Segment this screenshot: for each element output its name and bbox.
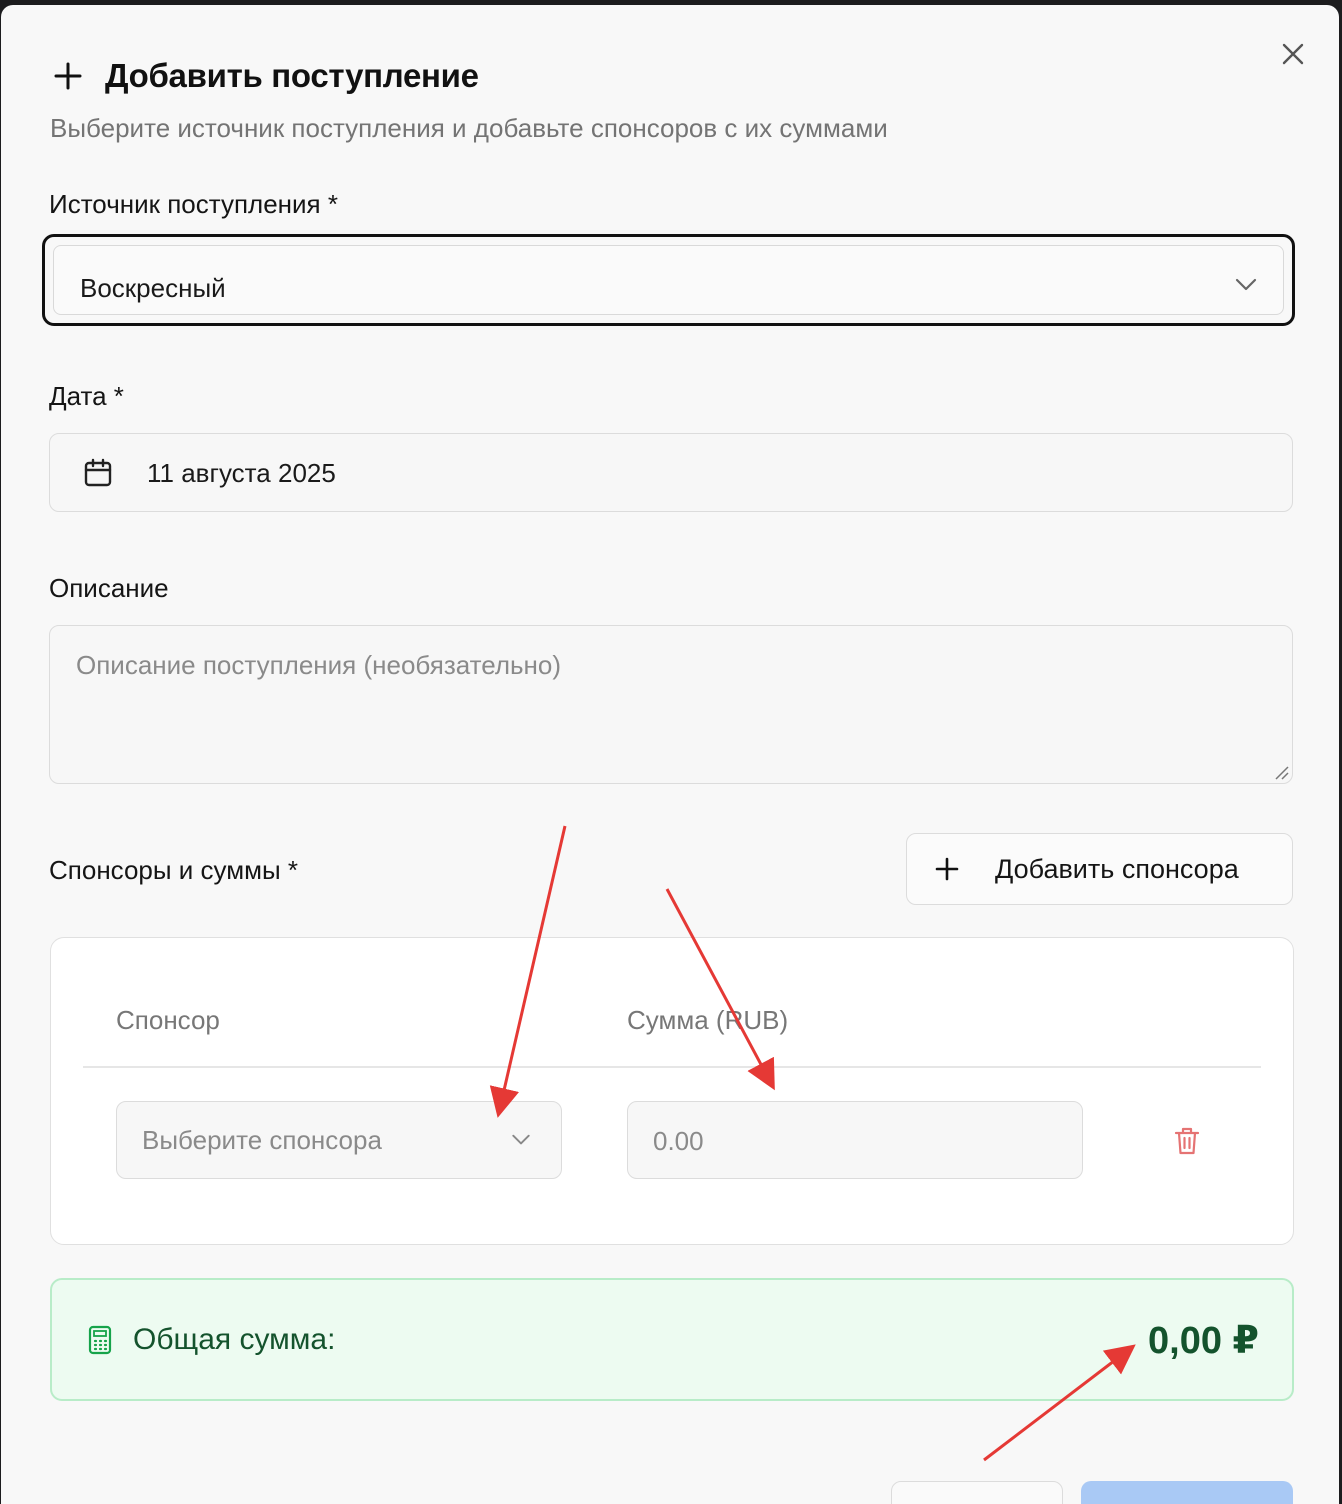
add-sponsor-button[interactable]: Добавить спонсора bbox=[906, 833, 1293, 905]
source-label: Источник поступления * bbox=[49, 189, 338, 219]
trash-icon[interactable] bbox=[1173, 1126, 1201, 1156]
total-label: Общая сумма: bbox=[133, 1323, 336, 1356]
plus-icon bbox=[935, 857, 959, 881]
description-textarea[interactable]: Описание поступления (необязательно) bbox=[49, 625, 1293, 784]
dialog-subtitle: Выберите источник поступления и добавьте… bbox=[50, 113, 888, 143]
date-value: 11 августа 2025 bbox=[147, 458, 336, 488]
chevron-down-icon bbox=[512, 1134, 530, 1145]
dialog-header: Добавить поступление bbox=[53, 57, 479, 95]
plus-icon bbox=[54, 62, 82, 90]
amount-placeholder: 0.00 bbox=[653, 1126, 704, 1156]
chevron-down-icon bbox=[1235, 278, 1257, 291]
sponsors-label: Спонсоры и суммы * bbox=[49, 855, 299, 885]
column-header-amount: Сумма (RUB) bbox=[627, 1005, 789, 1035]
cancel-button[interactable] bbox=[891, 1481, 1063, 1504]
source-select-box[interactable]: Воскресный bbox=[53, 245, 1284, 315]
add-income-dialog: Добавить поступление Выберите источник п… bbox=[1, 5, 1339, 1504]
total-amount: 0,00 ₽ bbox=[1148, 1320, 1259, 1362]
sponsor-select[interactable]: Выберите спонсора bbox=[116, 1101, 562, 1179]
source-select[interactable]: Воскресный bbox=[42, 234, 1295, 326]
submit-button[interactable] bbox=[1081, 1481, 1293, 1504]
calendar-icon bbox=[84, 458, 112, 487]
description-placeholder: Описание поступления (необязательно) bbox=[76, 650, 562, 680]
close-icon[interactable] bbox=[1281, 42, 1305, 66]
column-header-sponsor: Спонсор bbox=[116, 1005, 220, 1035]
date-label: Дата * bbox=[49, 381, 124, 411]
sponsor-select-placeholder: Выберите спонсора bbox=[142, 1125, 382, 1155]
sponsors-table: Спонсор Сумма (RUB) Выберите спонсора 0.… bbox=[50, 937, 1294, 1245]
table-divider bbox=[83, 1066, 1261, 1068]
total-summary: Общая сумма: 0,00 ₽ bbox=[50, 1278, 1294, 1401]
description-label: Описание bbox=[49, 573, 169, 603]
add-sponsor-label: Добавить спонсора bbox=[995, 854, 1239, 884]
amount-input[interactable]: 0.00 bbox=[627, 1101, 1083, 1179]
date-picker[interactable]: 11 августа 2025 bbox=[49, 433, 1293, 512]
dialog-title: Добавить поступление bbox=[105, 57, 479, 94]
calculator-icon bbox=[88, 1325, 112, 1355]
source-select-value: Воскресный bbox=[80, 273, 226, 303]
resize-handle-icon[interactable] bbox=[1273, 764, 1289, 780]
